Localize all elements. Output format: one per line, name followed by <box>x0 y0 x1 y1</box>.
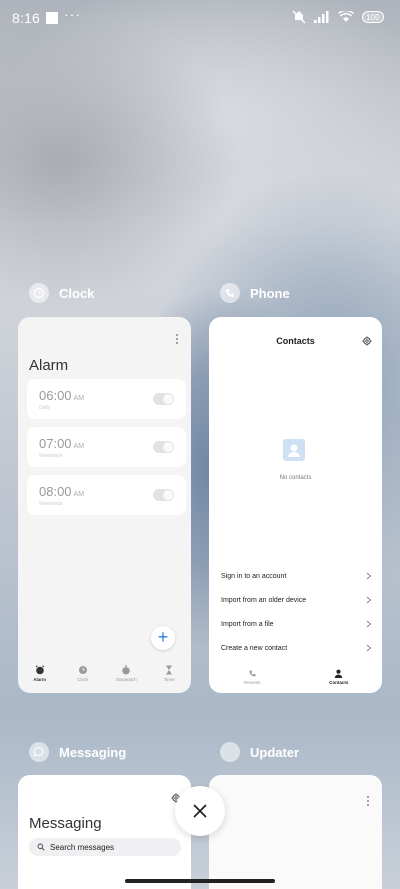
messaging-app-name: Messaging <box>59 744 127 760</box>
search-icon <box>37 843 45 851</box>
alarm-time: 06:00 <box>39 388 72 403</box>
row-label: Import from an older device <box>221 596 307 604</box>
clock-app-icon <box>29 283 49 303</box>
battery-icon: 100 <box>362 11 384 23</box>
clear-all-button[interactable] <box>175 786 225 836</box>
status-bar: 8:16 ··· 100 <box>0 0 400 36</box>
alarm-item[interactable]: 07:00 AM Weekdays <box>27 427 186 467</box>
notification-square-icon <box>46 12 58 24</box>
more-menu-icon[interactable] <box>366 795 370 807</box>
alarm-subtitle: Daily <box>39 405 51 411</box>
row-label: Create a new contact <box>221 644 288 652</box>
chevron-right-icon <box>366 572 372 580</box>
nav-tab-stopwatch[interactable]: Stopwatch <box>106 665 146 682</box>
row-label: Sign in to an account <box>221 572 287 580</box>
nav-tab-recents[interactable]: Recents <box>227 669 277 693</box>
nav-label: Timer <box>163 677 176 682</box>
alarm-icon <box>35 665 44 675</box>
alarm-toggle[interactable] <box>153 393 174 405</box>
contacts-title: Contacts <box>276 336 315 346</box>
add-alarm-button[interactable]: + <box>151 626 175 650</box>
sign-in-account-row[interactable]: Sign in to an account <box>221 568 372 584</box>
clock-recent-card[interactable]: Alarm 06:00 AM Daily 07:00 AM Weekdays 08:… <box>18 317 191 693</box>
updater-recent-card[interactable] <box>209 775 382 889</box>
alarm-ampm: AM <box>73 443 85 450</box>
clock-bottom-nav: Alarm Clock Stopwatch Timer <box>18 665 191 693</box>
alarm-ampm: AM <box>73 491 85 498</box>
signal-icon <box>314 11 329 23</box>
do-not-disturb-icon <box>292 10 306 24</box>
settings-gear-icon[interactable] <box>362 336 372 346</box>
nav-label: Contacts <box>329 680 349 685</box>
alarm-time: 07:00 <box>39 436 72 451</box>
nav-tab-alarm[interactable]: Alarm <box>20 665 60 682</box>
status-icons: 100 <box>292 10 384 24</box>
nav-label: Alarm <box>33 677 46 682</box>
more-notifications-icon: ··· <box>64 6 81 22</box>
alarm-toggle[interactable] <box>153 441 174 453</box>
nav-tab-timer[interactable]: Timer <box>149 665 189 682</box>
phone-app-icon <box>220 283 240 303</box>
alarm-time: 08:00 <box>39 484 72 499</box>
wifi-icon <box>338 11 354 22</box>
chevron-right-icon <box>366 596 372 604</box>
nav-label: Recents <box>243 680 261 685</box>
nav-label: Stopwatch <box>115 677 137 682</box>
close-icon <box>193 804 207 818</box>
messaging-card-header[interactable]: Messaging <box>29 740 126 764</box>
chevron-right-icon <box>366 644 372 652</box>
empty-contacts-icon <box>283 439 305 461</box>
messaging-title: Messaging <box>29 815 102 832</box>
alarm-title: Alarm <box>29 357 69 374</box>
phone-card-header[interactable]: Phone <box>220 281 290 305</box>
alarm-subtitle: Weekdays <box>39 453 63 459</box>
create-contact-row[interactable]: Create a new contact <box>221 640 372 656</box>
alarm-toggle[interactable] <box>153 489 174 501</box>
phone-bottom-nav: Recents Contacts <box>209 669 382 693</box>
messaging-recent-card[interactable]: Messaging <box>18 775 191 889</box>
chevron-right-icon <box>366 620 372 628</box>
phone-icon <box>249 670 256 677</box>
alarm-item[interactable]: 06:00 AM Daily <box>27 379 186 419</box>
alarm-subtitle: Weekends <box>39 501 63 507</box>
alarm-item[interactable]: 08:00 AM Weekends <box>27 475 186 515</box>
search-bar[interactable] <box>29 838 181 856</box>
clock-app-name: Clock <box>59 285 95 301</box>
stopwatch-icon <box>122 665 130 675</box>
search-input[interactable] <box>50 842 170 852</box>
updater-app-name: Updater <box>250 744 300 760</box>
status-time: 8:16 <box>12 10 41 26</box>
nav-tab-clock[interactable]: Clock <box>63 665 103 682</box>
person-icon <box>334 669 343 678</box>
clock-icon <box>78 666 87 674</box>
nav-label: Clock <box>77 677 89 682</box>
alarm-ampm: AM <box>73 395 85 402</box>
more-menu-icon[interactable] <box>175 333 179 345</box>
row-label: Import from a file <box>221 620 274 628</box>
updater-app-icon <box>220 742 240 762</box>
import-file-row[interactable]: Import from a file <box>221 616 372 632</box>
clock-card-header[interactable]: Clock <box>29 281 94 305</box>
no-contacts-text: No contacts <box>279 475 312 481</box>
import-older-device-row[interactable]: Import from an older device <box>221 592 372 608</box>
home-gesture-bar[interactable] <box>125 879 275 883</box>
messaging-app-icon <box>29 742 49 762</box>
phone-recent-card[interactable]: Contacts No contacts Sign in to an accou… <box>209 317 382 693</box>
timer-icon <box>166 665 173 675</box>
nav-tab-contacts[interactable]: Contacts <box>314 669 364 693</box>
updater-card-header[interactable]: Updater <box>220 740 299 764</box>
phone-app-name: Phone <box>250 285 290 301</box>
